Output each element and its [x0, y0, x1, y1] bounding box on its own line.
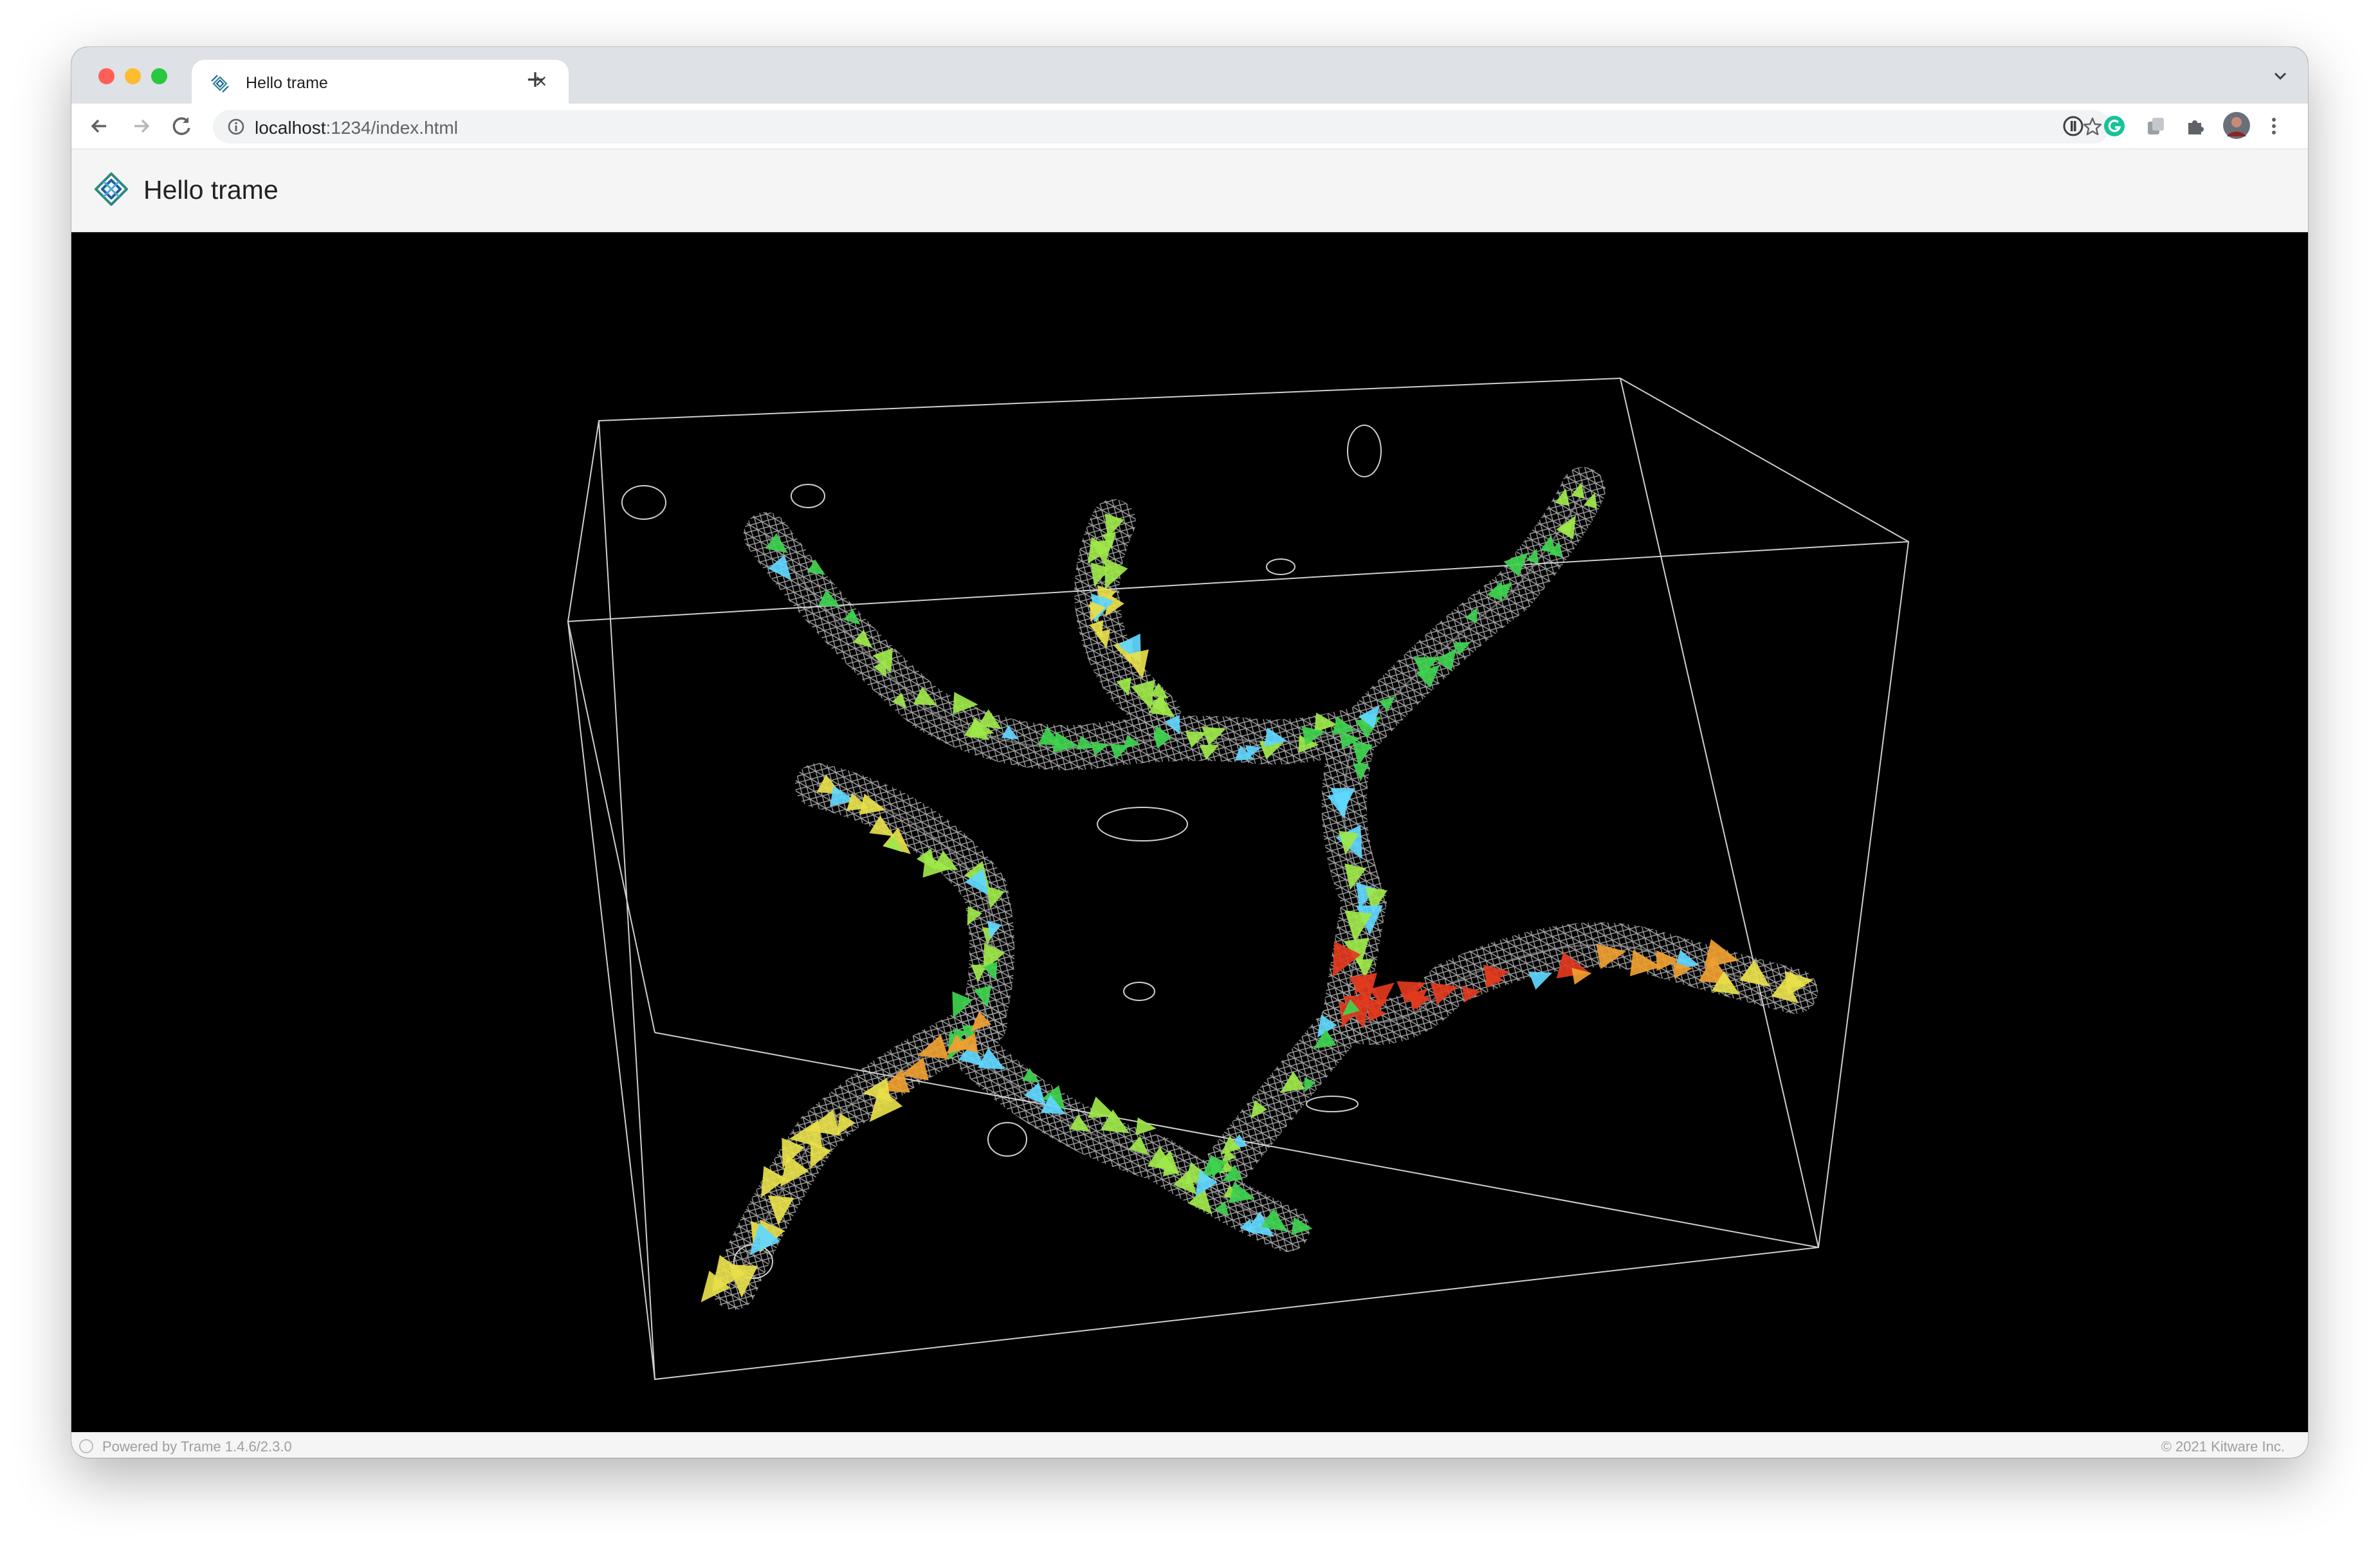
trame-favicon-icon [211, 75, 229, 93]
url-path: :1234/index.html [325, 118, 458, 138]
browser-toolbar: localhost:1234/index.html [71, 104, 2308, 149]
tab-strip: Hello trame × + [71, 47, 2308, 104]
browser-window: Hello trame × + localhost:1234/index.htm… [71, 47, 2308, 1458]
tab-list-chevron-icon[interactable] [2271, 66, 2290, 86]
copyright-text: © 2021 Kitware Inc. [2161, 1438, 2285, 1455]
password-manager-icon[interactable] [2061, 114, 2085, 138]
vtk-render-view[interactable] [71, 232, 2308, 1432]
url-text[interactable]: localhost:1234/index.html [255, 118, 458, 138]
back-arrow-icon[interactable] [84, 111, 115, 142]
url-host: localhost [255, 118, 326, 138]
puzzle-icon[interactable] [2183, 114, 2208, 138]
zoom-window-button[interactable] [151, 68, 167, 84]
address-bar[interactable]: localhost:1234/index.html [213, 110, 2110, 143]
app-toolbar: Hello trame [71, 149, 2308, 232]
forward-arrow-icon[interactable] [125, 111, 156, 142]
profile-avatar[interactable] [2222, 111, 2251, 140]
render-canvas[interactable] [71, 232, 2308, 1432]
tab-hello-trame[interactable]: Hello trame × [192, 60, 569, 104]
tab-title: Hello trame [246, 74, 328, 92]
trame-footer-icon [79, 1439, 93, 1453]
kebab-menu-icon[interactable] [2262, 114, 2286, 138]
glyph-cone [1528, 971, 1553, 990]
extension-icon[interactable] [2143, 114, 2168, 138]
vessel-mesh [621, 425, 1818, 1310]
status-footer: Powered by Trame 1.4.6/2.3.0 © 2021 Kitw… [71, 1432, 2308, 1458]
new-tab-button[interactable]: + [516, 60, 554, 98]
reload-icon[interactable] [167, 111, 197, 142]
powered-by-text: Powered by Trame 1.4.6/2.3.0 [102, 1438, 292, 1455]
trame-logo-icon [95, 172, 128, 206]
site-info-icon[interactable] [227, 118, 245, 136]
vector-glyphs [700, 482, 1814, 1303]
close-window-button[interactable] [98, 68, 114, 84]
grammarly-icon[interactable] [2102, 114, 2127, 138]
minimize-window-button[interactable] [125, 68, 141, 84]
app-title: Hello trame [143, 175, 279, 205]
